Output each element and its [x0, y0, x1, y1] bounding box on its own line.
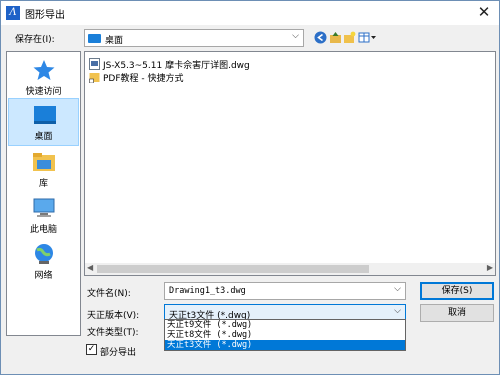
horizontal-scrollbar[interactable]: ◀ ▶ [85, 263, 495, 275]
dwg-file-icon [89, 58, 100, 70]
partial-export-label: 部分导出 [100, 348, 137, 358]
place-label: 此电脑 [29, 225, 57, 235]
place-this-pc[interactable]: 此电脑 [8, 192, 79, 240]
view-menu-icon[interactable] [358, 31, 378, 44]
window-title: 图形导出 [25, 10, 65, 21]
desktop-folder-icon [88, 34, 101, 43]
filetype-label: 文件类型(T): [87, 328, 139, 338]
network-icon [32, 243, 56, 265]
new-folder-icon[interactable] [343, 31, 356, 44]
file-list: JS-X5.3~5.11 摩卡佘害厅详图.dwg PDF教程 - 快捷方式 ◀ … [84, 51, 496, 276]
places-bar: 快速访问 桌面 库 此电脑 网络 [6, 51, 81, 336]
computer-icon [32, 197, 56, 219]
version-option[interactable]: 天正t8文件 (*.dwg) [165, 330, 405, 340]
filename-input[interactable]: Drawing1_t3.dwg ⌵ [164, 282, 406, 300]
library-icon [32, 151, 56, 173]
scroll-right-icon[interactable]: ▶ [487, 263, 493, 272]
pdf-shortcut-icon [89, 71, 100, 84]
file-name: JS-X5.3~5.11 摩卡佘害厅详图.dwg [103, 61, 250, 71]
chevron-down-icon: ⌵ [394, 306, 401, 316]
save-button[interactable]: 保存(S) [420, 282, 494, 300]
scroll-thumb[interactable] [97, 265, 369, 273]
place-label: 快速访问 [25, 87, 62, 97]
save-in-combo[interactable]: 桌面 ⌵ [84, 29, 304, 47]
app-icon: Λ [6, 6, 20, 20]
place-libraries[interactable]: 库 [8, 146, 79, 194]
place-desktop[interactable]: 桌面 [8, 98, 79, 146]
title-bar: Λ 图形导出 ✕ [1, 1, 499, 25]
chevron-down-icon: ⌵ [292, 31, 299, 41]
file-name: PDF教程 - 快捷方式 [103, 74, 184, 84]
chevron-down-icon: ⌵ [394, 284, 401, 294]
back-icon[interactable] [314, 31, 327, 44]
place-label: 桌面 [34, 132, 53, 142]
partial-export-checkbox[interactable]: ✓ [86, 344, 97, 355]
place-quick-access[interactable]: 快速访问 [8, 54, 79, 102]
version-option[interactable]: 天正t9文件 (*.dwg) [165, 320, 405, 330]
version-label: 天正版本(V): [87, 311, 140, 321]
place-label: 网络 [34, 271, 53, 281]
export-dialog: Λ 图形导出 ✕ 保存在(I): 桌面 ⌵ 快速访问 桌面 库 此电脑 网络 J… [0, 0, 500, 375]
version-dropdown-list: 天正t9文件 (*.dwg) 天正t8文件 (*.dwg) 天正t3文件 (*.… [164, 319, 406, 351]
save-in-value: 桌面 [105, 36, 124, 46]
up-folder-icon[interactable] [329, 31, 342, 44]
filename-label: 文件名(N): [87, 289, 131, 299]
desktop-icon [33, 104, 57, 126]
version-option-selected[interactable]: 天正t3文件 (*.dwg) [165, 340, 405, 350]
place-label: 库 [38, 179, 48, 189]
close-button[interactable]: ✕ [475, 3, 493, 21]
scroll-left-icon[interactable]: ◀ [87, 263, 93, 272]
filename-value: Drawing1_t3.dwg [169, 286, 246, 296]
place-network[interactable]: 网络 [8, 238, 79, 286]
star-icon [32, 59, 56, 81]
save-in-label: 保存在(I): [15, 35, 55, 45]
cancel-button[interactable]: 取消 [420, 304, 494, 322]
